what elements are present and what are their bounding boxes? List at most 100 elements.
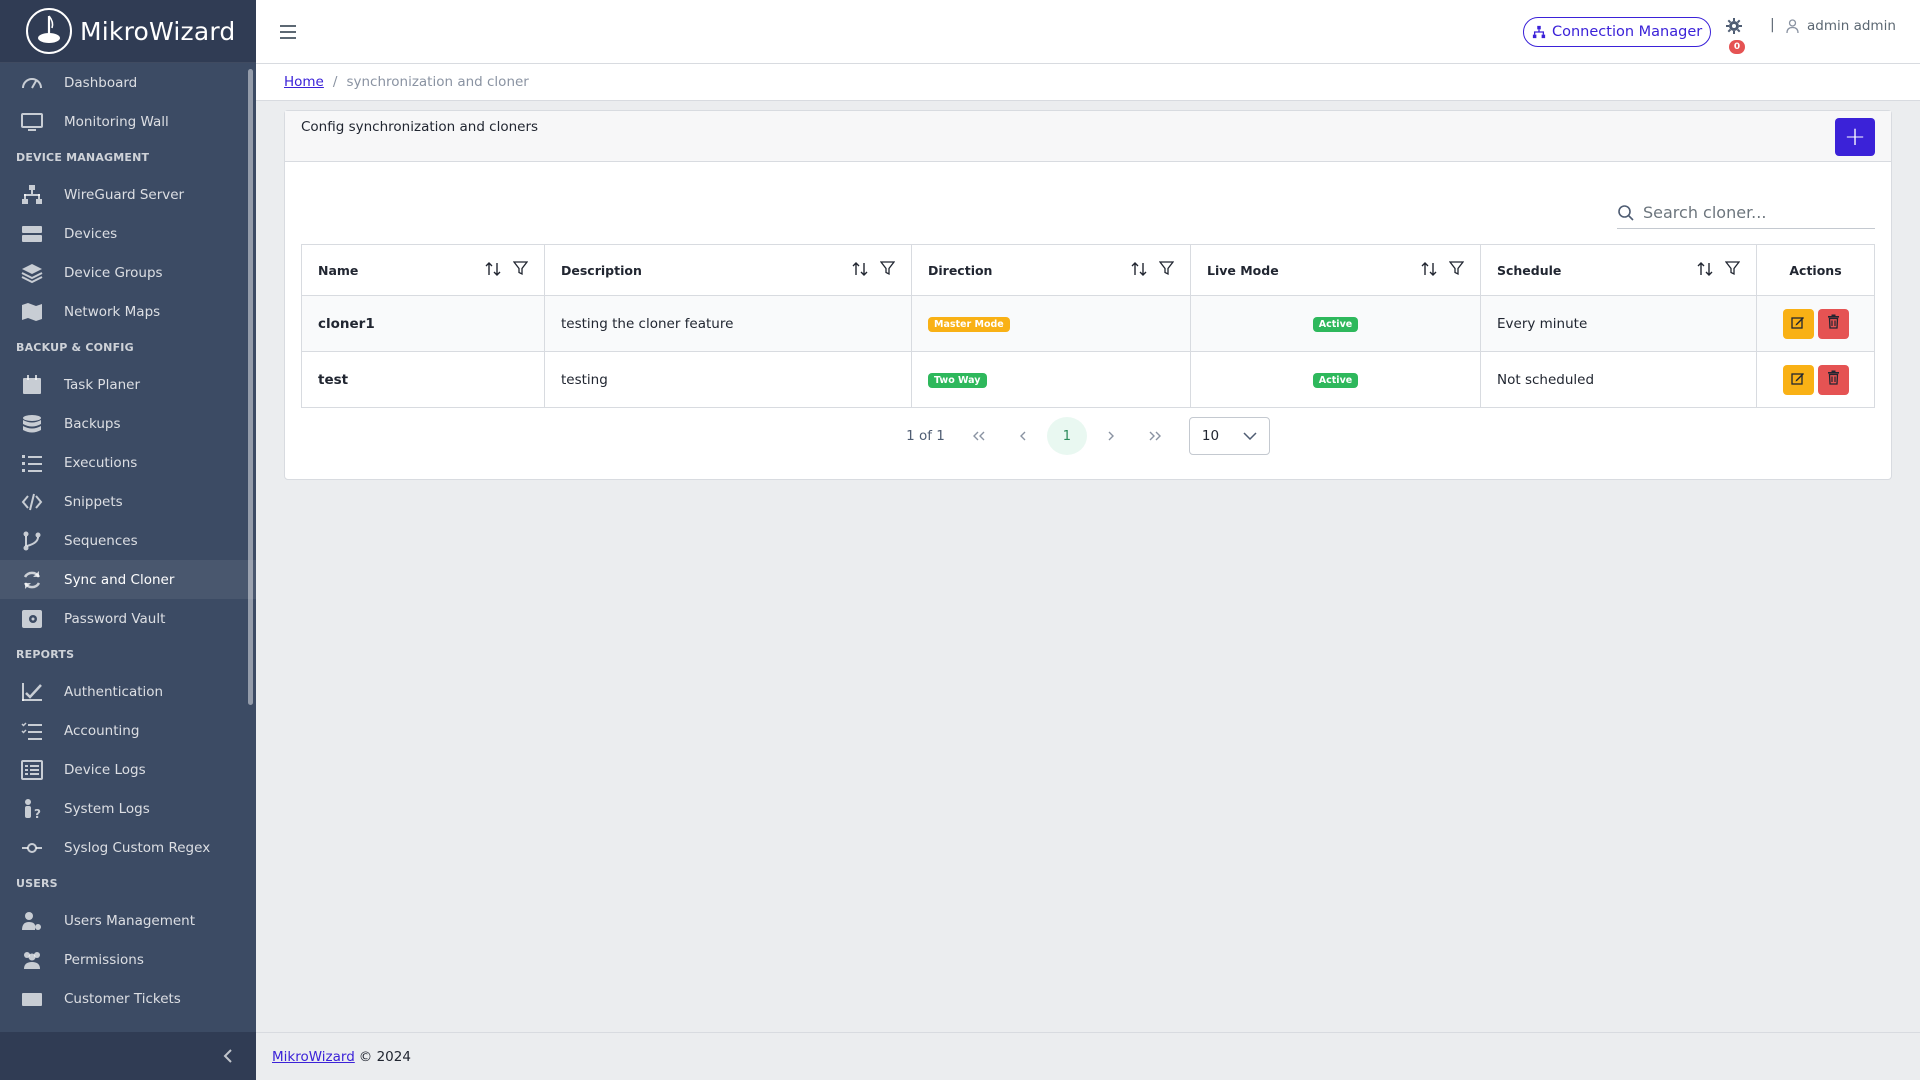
search-input[interactable]: Search cloner... bbox=[1643, 203, 1766, 222]
sidebar-item-network-maps[interactable]: Network Maps bbox=[0, 292, 256, 331]
sidebar-item-label: Monitoring Wall bbox=[64, 113, 169, 130]
filter-icon[interactable] bbox=[1158, 261, 1175, 279]
prev-page-button[interactable] bbox=[1003, 417, 1043, 455]
sidebar-item-users-management[interactable]: Users Management bbox=[0, 901, 256, 940]
sort-icon[interactable] bbox=[852, 261, 868, 280]
trash-icon bbox=[1827, 314, 1840, 333]
logs-icon bbox=[21, 759, 43, 780]
sidebar-item-executions[interactable]: Executions bbox=[0, 443, 256, 482]
sidebar-item-password-vault[interactable]: Password Vault bbox=[0, 599, 256, 638]
sidebar-item-label: Permissions bbox=[64, 951, 144, 968]
cell-actions bbox=[1756, 295, 1875, 352]
sidebar-item-wireguard-server[interactable]: WireGuard Server bbox=[0, 175, 256, 214]
chevron-left-icon bbox=[1019, 431, 1026, 441]
table-header-row: Name Description Direction Live Mode Sch… bbox=[301, 244, 1875, 296]
sidebar-item-backups[interactable]: Backups bbox=[0, 404, 256, 443]
sidebar-item-permissions[interactable]: Permissions bbox=[0, 940, 256, 979]
filter-icon[interactable] bbox=[1724, 261, 1741, 279]
brand[interactable]: MikroWizard bbox=[0, 0, 256, 63]
edit-button[interactable] bbox=[1782, 364, 1814, 395]
sidebar-scrollbar[interactable] bbox=[248, 69, 253, 705]
code-icon bbox=[20, 490, 44, 514]
map-icon bbox=[20, 300, 44, 324]
filter-icon[interactable] bbox=[879, 261, 896, 279]
cell-name: test bbox=[301, 351, 545, 408]
connection-manager-button[interactable]: Connection Manager bbox=[1523, 17, 1712, 47]
filter-icon[interactable] bbox=[1448, 261, 1465, 279]
sidebar-item-devices[interactable]: Devices bbox=[0, 214, 256, 253]
sidebar-item-label: Customer Tickets bbox=[64, 990, 181, 1007]
sidebar-item-sequences[interactable]: Sequences bbox=[0, 521, 256, 560]
sidebar-section-title: DEVICE MANAGMENT bbox=[16, 151, 150, 164]
page-button-current[interactable]: 1 bbox=[1046, 417, 1087, 455]
sidebar-collapse-button[interactable] bbox=[0, 1032, 256, 1080]
sidebar-item-snippets[interactable]: Snippets bbox=[0, 482, 256, 521]
sidebar-item-monitoring-wall[interactable]: Monitoring Wall bbox=[0, 102, 256, 141]
person-question-icon: ? bbox=[20, 797, 44, 821]
sidebar-nav: Dashboard Monitoring Wall DEVICE MANAGMENT… bbox=[0, 63, 256, 1030]
vault-icon bbox=[22, 609, 42, 628]
card-header: Config synchronization and cloners + bbox=[285, 111, 1891, 162]
storage-icon bbox=[22, 225, 42, 242]
sidebar-item-dashboard[interactable]: Dashboard bbox=[0, 63, 256, 102]
sidebar-item-customer-tickets[interactable]: Customer Tickets bbox=[0, 979, 256, 1018]
user-menu[interactable]: admin admin bbox=[1786, 18, 1896, 34]
sidebar-item-sync-and-cloner[interactable]: Sync and Cloner bbox=[0, 560, 256, 599]
chevron-right-icon bbox=[1108, 431, 1114, 441]
filter-icon[interactable] bbox=[512, 261, 529, 279]
sort-icon[interactable] bbox=[1131, 261, 1147, 280]
page-size-select[interactable]: 10 bbox=[1188, 417, 1270, 455]
status-badge: Active bbox=[1312, 317, 1359, 332]
database-icon bbox=[20, 412, 44, 436]
sidebar-item-authentication[interactable]: Authentication bbox=[0, 672, 256, 711]
table-row[interactable]: test testing Two Way Active Not schedule… bbox=[301, 351, 1875, 408]
footer-link[interactable]: MikroWizard bbox=[272, 1049, 355, 1065]
cell-direction: Two Way bbox=[911, 351, 1191, 408]
column-tools bbox=[485, 261, 529, 280]
column-header-direction: Direction bbox=[911, 244, 1191, 296]
sidebar-item-device-groups[interactable]: Device Groups bbox=[0, 253, 256, 292]
sort-icon[interactable] bbox=[485, 261, 501, 280]
gear-icon[interactable] bbox=[1726, 18, 1742, 34]
next-page-button[interactable] bbox=[1091, 417, 1131, 455]
breadcrumb: Home / synchronization and cloner bbox=[256, 64, 1920, 101]
column-header-live-mode: Live Mode bbox=[1190, 244, 1481, 296]
sidebar-item-accounting[interactable]: Accounting bbox=[0, 711, 256, 750]
sort-icon[interactable] bbox=[1697, 261, 1713, 280]
sidebar-item-task-planer[interactable]: Task Planer bbox=[0, 365, 256, 404]
sidebar-item-syslog-custom-regex[interactable]: Syslog Custom Regex bbox=[0, 828, 256, 867]
delete-button[interactable] bbox=[1817, 308, 1849, 339]
brand-name: MikroWizard bbox=[80, 16, 236, 46]
edit-button[interactable] bbox=[1782, 308, 1814, 339]
sidebar-item-device-logs[interactable]: Device Logs bbox=[0, 750, 256, 789]
sidebar: MikroWizard Dashboard Monitoring Wall DEVI… bbox=[0, 0, 256, 1080]
last-page-button[interactable] bbox=[1135, 417, 1175, 455]
pagination: 1 of 1 1 10 bbox=[285, 417, 1891, 455]
network-icon bbox=[22, 184, 42, 204]
add-cloner-button[interactable]: + bbox=[1835, 118, 1875, 156]
user-name: admin admin bbox=[1807, 18, 1896, 34]
user-gear-icon bbox=[20, 909, 44, 933]
sidebar-item-label: Syslog Custom Regex bbox=[64, 839, 211, 856]
column-header-description: Description bbox=[544, 244, 912, 296]
delete-button[interactable] bbox=[1817, 364, 1849, 395]
page-size-value: 10 bbox=[1201, 428, 1220, 444]
fork-icon bbox=[23, 531, 41, 550]
search-field[interactable]: Search cloner... bbox=[1617, 197, 1875, 229]
header: Connection Manager 0 | admin admin bbox=[256, 0, 1920, 64]
sidebar-item-system-logs[interactable]: ? System Logs bbox=[0, 789, 256, 828]
calendar-icon bbox=[20, 373, 44, 397]
breadcrumb-home-link[interactable]: Home bbox=[284, 74, 324, 90]
ticket-icon bbox=[20, 987, 44, 1011]
first-page-button[interactable] bbox=[959, 417, 999, 455]
sidebar-item-label: Authentication bbox=[64, 683, 164, 700]
people-icon bbox=[24, 951, 40, 969]
sort-icon[interactable] bbox=[1421, 261, 1437, 280]
sidebar-item-label: Device Groups bbox=[64, 264, 163, 281]
menu-toggle-icon[interactable] bbox=[280, 20, 300, 44]
cell-schedule: Not scheduled bbox=[1480, 351, 1757, 408]
speedometer-icon bbox=[22, 77, 42, 88]
table-row[interactable]: cloner1 testing the cloner feature Maste… bbox=[301, 295, 1875, 352]
sync-icon bbox=[23, 570, 41, 589]
breadcrumb-current: synchronization and cloner bbox=[346, 74, 529, 90]
